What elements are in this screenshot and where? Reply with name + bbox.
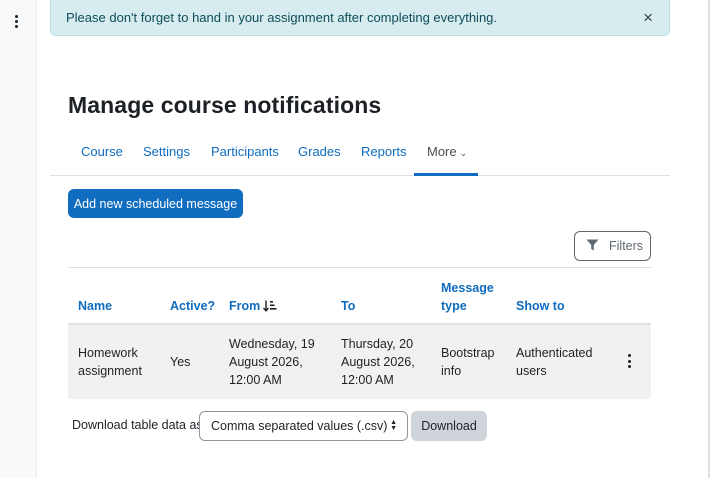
cell-to: Thursday, 20 August 2026, 12:00 AM [341, 335, 415, 389]
filters-label: Filters [609, 239, 644, 253]
cell-from: Wednesday, 19 August 2026, 12:00 AM [229, 335, 315, 389]
header-from-label: From [229, 299, 261, 313]
cell-from-line3: 12:00 AM [229, 373, 282, 387]
filters-button[interactable]: Filters [574, 231, 651, 261]
tab-more-label: More [427, 144, 457, 159]
cell-show-line1: Authenticated [516, 346, 593, 360]
header-from[interactable]: From [229, 297, 277, 317]
chevron-down-icon: ⌄ [459, 148, 468, 158]
drawer-menu-icon[interactable] [8, 10, 24, 32]
active-tab-indicator [414, 173, 478, 176]
select-arrows-icon: ▲ ▼ [390, 419, 397, 432]
download-label: Download table data as [72, 418, 203, 432]
cell-name: Homework assignment [78, 344, 142, 380]
cell-from-line1: Wednesday, 19 [229, 337, 315, 351]
tab-course[interactable]: Course [81, 144, 123, 159]
cell-name-line1: Homework [78, 346, 138, 360]
header-active[interactable]: Active? [170, 297, 215, 315]
header-show-to[interactable]: Show to [516, 297, 565, 315]
download-format-select[interactable]: Comma separated values (.csv) ▲ ▼ [199, 411, 408, 441]
left-drawer [0, 0, 37, 478]
tab-reports[interactable]: Reports [361, 144, 407, 159]
header-message-type[interactable]: Message type [441, 279, 494, 315]
page-title: Manage course notifications [68, 92, 382, 118]
table-row: Homework assignment Yes Wednesday, 19 Augu… [68, 325, 651, 399]
notifications-table: Name Active? From To Message type Show to… [68, 267, 651, 399]
row-actions-icon[interactable] [626, 354, 632, 368]
header-message-type-line2: type [441, 299, 467, 313]
header-to[interactable]: To [341, 297, 355, 315]
filter-icon [586, 239, 599, 254]
secondary-navigation: Course Settings Participants Grades Repo… [50, 128, 670, 176]
download-button[interactable]: Download [411, 411, 487, 441]
download-format-value: Comma separated values (.csv) [211, 419, 388, 433]
cell-show-line2: users [516, 364, 547, 378]
cell-name-line2: assignment [78, 364, 142, 378]
tab-participants[interactable]: Participants [211, 144, 279, 159]
cell-message-type: Bootstrap info [441, 344, 495, 380]
cell-to-line2: August 2026, [341, 355, 415, 369]
header-message-type-line1: Message [441, 281, 494, 295]
cell-to-line1: Thursday, 20 [341, 337, 414, 351]
cell-type-line1: Bootstrap [441, 346, 495, 360]
header-name[interactable]: Name [78, 297, 112, 315]
table-header: Name Active? From To Message type Show to [68, 268, 651, 325]
cell-to-line3: 12:00 AM [341, 373, 394, 387]
notification-alert: Please don't forget to hand in your assi… [50, 0, 670, 36]
cell-type-line2: info [441, 364, 462, 378]
alert-message: Please don't forget to hand in your assi… [66, 10, 498, 25]
cell-active: Yes [170, 355, 191, 369]
tab-settings[interactable]: Settings [143, 144, 190, 159]
add-scheduled-message-button[interactable]: Add new scheduled message [68, 189, 243, 218]
cell-from-line2: August 2026, [229, 355, 303, 369]
cell-show-to: Authenticated users [516, 344, 592, 380]
tab-grades[interactable]: Grades [298, 144, 341, 159]
tab-more[interactable]: More ⌄ [427, 144, 467, 159]
sort-ascending-icon [263, 299, 277, 317]
close-icon[interactable]: × [643, 9, 653, 27]
